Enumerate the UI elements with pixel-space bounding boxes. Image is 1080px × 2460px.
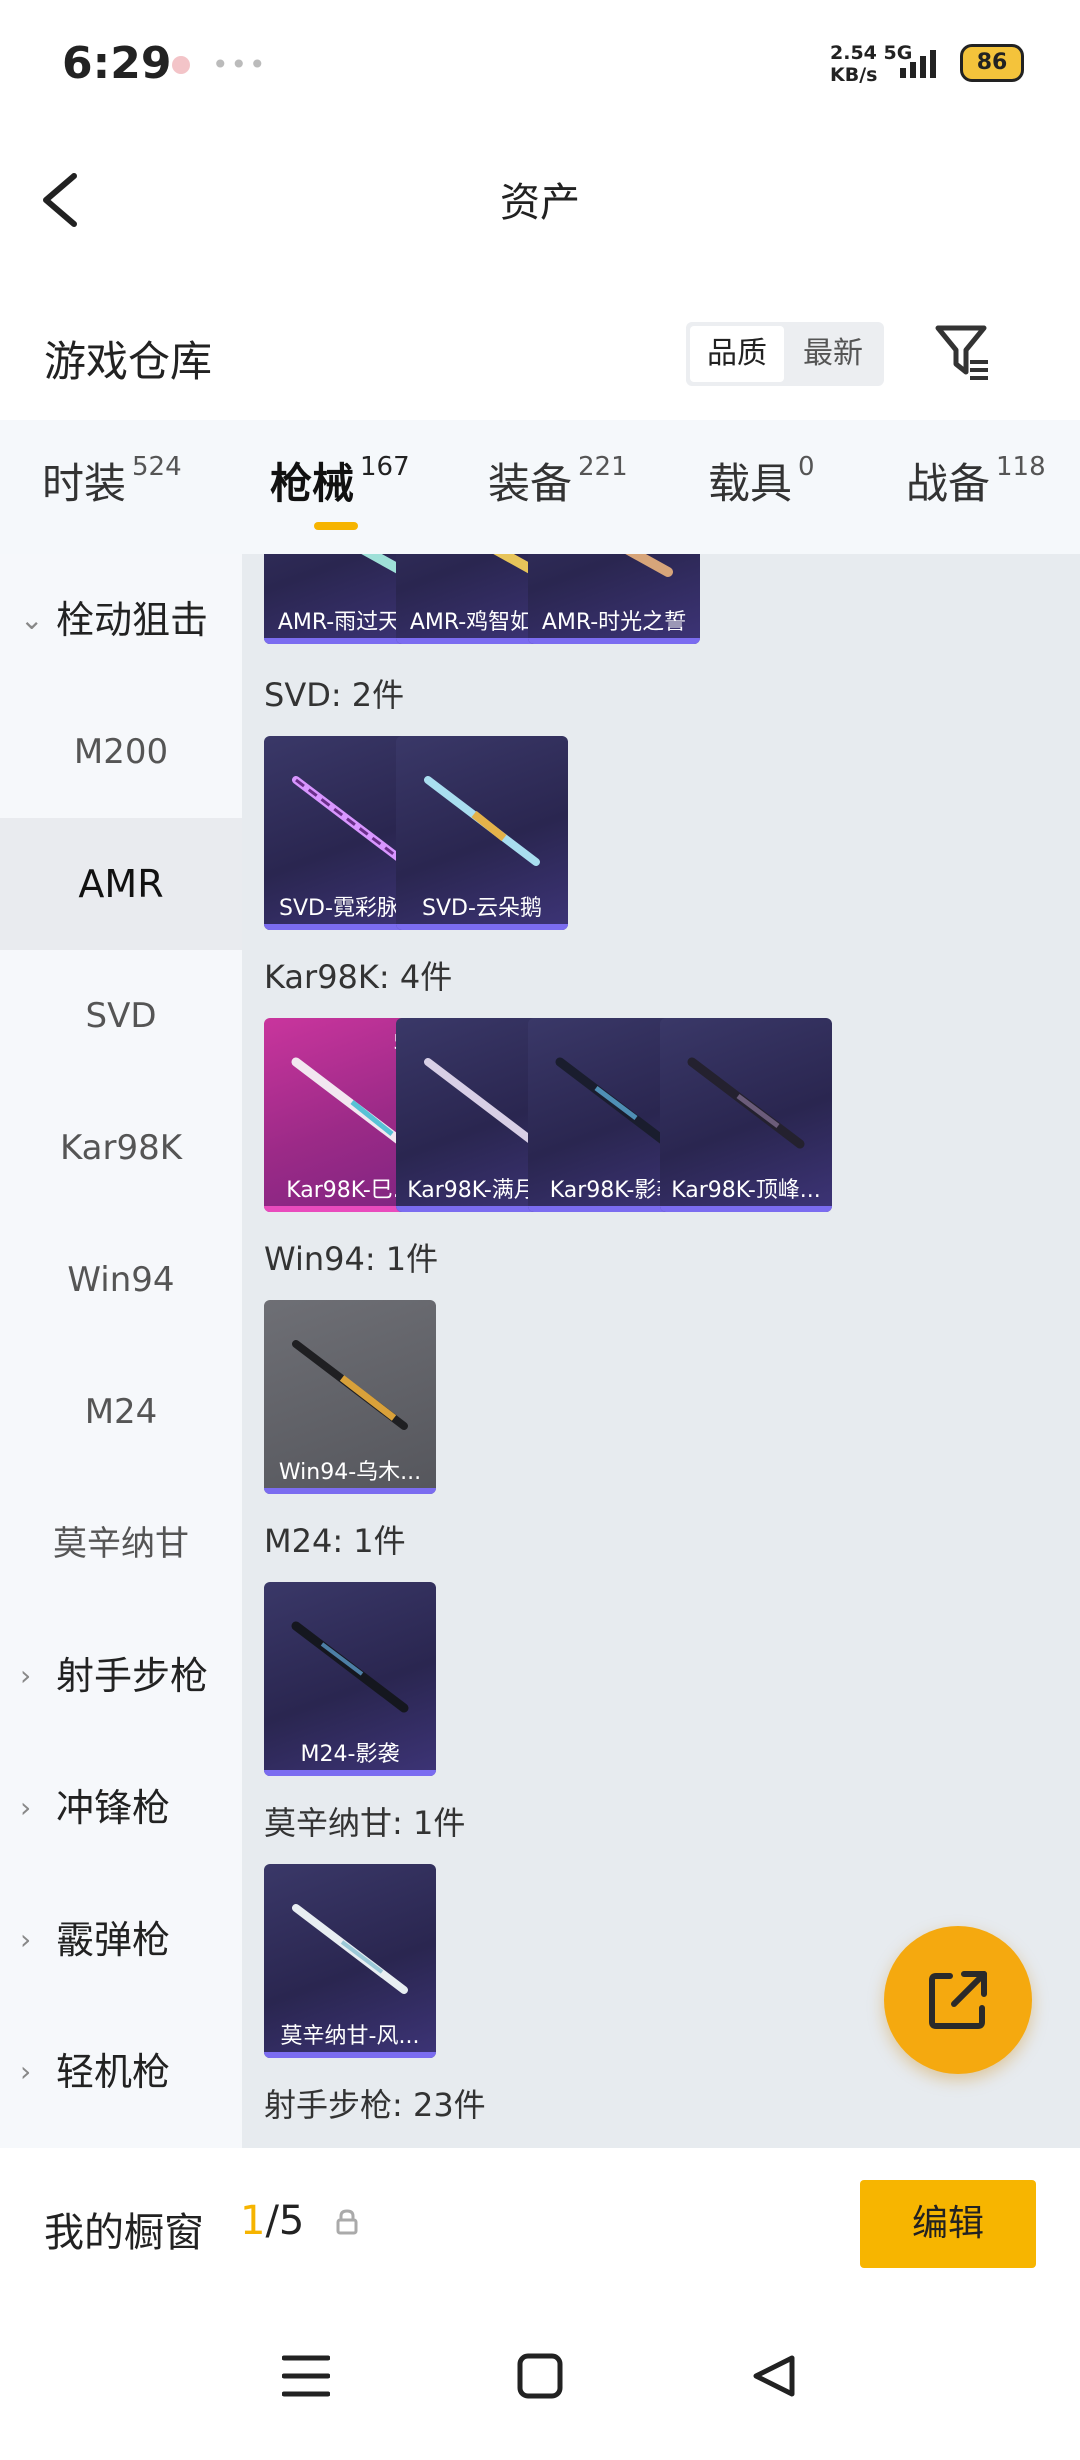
rarity-bar	[528, 638, 700, 644]
group-label-dmr: 射手步枪: 23件	[264, 2086, 486, 2124]
chevron-right-icon: ›	[20, 1791, 32, 1824]
sidebar-item-kar98k[interactable]: Kar98K	[0, 1082, 242, 1214]
chevron-right-icon: ›	[20, 1923, 32, 1956]
battery-icon: 86	[960, 44, 1024, 82]
page-title: 资产	[500, 180, 580, 226]
skin-name: M24-影袭	[300, 1742, 400, 1767]
sidebar-group-shotgun[interactable]: › 霰弹枪	[0, 1874, 242, 2006]
sidebar-group-label: 栓动狙击	[56, 598, 209, 642]
tab-vehicles[interactable]: 载具 0	[708, 450, 815, 511]
sidebar-item-amr[interactable]: AMR	[0, 818, 242, 950]
sidebar-group-label: 射手步枪	[56, 1654, 209, 1698]
notification-dot-icon	[172, 56, 190, 74]
skin-card[interactable]: 莫辛纳甘-风...	[264, 1864, 436, 2058]
weapon-sidebar: ⌄ 栓动狙击 M200 AMR SVD Kar98K Win94 M24 莫辛纳…	[0, 554, 242, 2148]
rarity-bar	[660, 1206, 832, 1212]
more-notifications-icon: •••	[212, 48, 268, 81]
showcase-label: 我的橱窗	[44, 2210, 204, 2256]
signal-icon	[900, 50, 936, 78]
tab-fashion[interactable]: 时装 524	[42, 450, 182, 511]
tab-equipment[interactable]: 装备 221	[488, 450, 628, 511]
sidebar-group-label: 轻机枪	[56, 2050, 171, 2094]
group-label-svd: SVD: 2件	[264, 676, 405, 714]
sidebar-group-smg[interactable]: › 冲锋枪	[0, 1742, 242, 1874]
showcase-count-used: 1	[240, 2198, 266, 2244]
sidebar-item-m200[interactable]: M200	[0, 686, 242, 818]
skin-name: Kar98K-顶峰...	[671, 1178, 821, 1203]
sort-newest-button[interactable]: 最新	[786, 326, 880, 382]
skin-name: SVD-云朵鹅	[422, 896, 542, 921]
skin-card[interactable]: Win94-乌木...	[264, 1300, 436, 1494]
sort-toggle: 品质 最新	[686, 322, 884, 386]
home-icon[interactable]	[516, 2352, 564, 2400]
back-triangle-icon[interactable]	[750, 2352, 798, 2400]
group-label-win94: Win94: 1件	[264, 1240, 439, 1278]
sort-quality-button[interactable]: 品质	[690, 326, 784, 382]
group-label-m24: M24: 1件	[264, 1522, 406, 1560]
sidebar-group-lmg[interactable]: › 轻机枪	[0, 2006, 242, 2138]
skin-card[interactable]: M24-影袭	[264, 1582, 436, 1776]
menu-icon[interactable]	[282, 2354, 330, 2398]
rifle-icon	[291, 1621, 409, 1713]
chevron-right-icon: ›	[20, 1659, 32, 1692]
group-label-kar98k: Kar98K: 4件	[264, 958, 453, 996]
rifle-icon	[292, 1904, 408, 1994]
weapon-grid: AMR-雨过天青 AMR-鸡智如我 AMR-时光之誓 SVD: 2件 SVD-霓…	[242, 554, 1080, 2148]
category-tabs: 时装 524 枪械 167 装备 221 载具 0 战备 118	[0, 420, 1080, 554]
rifle-icon	[625, 554, 673, 577]
edit-button[interactable]: 编辑	[860, 2180, 1036, 2268]
sidebar-item-mosin[interactable]: 莫辛纳甘	[0, 1478, 242, 1610]
sidebar-item-m24[interactable]: M24	[0, 1346, 242, 1478]
tab-firearms[interactable]: 枪械 167	[270, 450, 410, 511]
showcase-count-total: /5	[265, 2198, 305, 2244]
filter-icon[interactable]	[934, 322, 990, 382]
system-nav-bar	[0, 2298, 1080, 2460]
skin-name: AMR-时光之誓	[541, 610, 687, 635]
sidebar-group-bolt-sniper[interactable]: ⌄ 栓动狙击	[0, 554, 242, 686]
sidebar-group-dmr[interactable]: › 射手步枪	[0, 1610, 242, 1742]
rarity-bar	[264, 1770, 436, 1776]
chevron-right-icon: ›	[20, 2055, 32, 2088]
rifle-icon	[424, 776, 540, 866]
skin-card[interactable]: SVD-云朵鹅	[396, 736, 568, 930]
skin-card[interactable]: AMR-时光之誓	[528, 554, 700, 644]
rifle-icon	[687, 1057, 805, 1149]
rifle-icon	[292, 1340, 408, 1430]
group-label-mosin: 莫辛纳甘: 1件	[264, 1804, 466, 1842]
skin-card[interactable]: Kar98K-顶峰...	[660, 1018, 832, 1212]
chevron-down-icon: ⌄	[20, 603, 44, 636]
share-icon	[929, 1971, 987, 2029]
lock-icon	[336, 2209, 358, 2235]
rarity-bar	[396, 924, 568, 930]
skin-name: Win94-乌木...	[278, 1460, 422, 1485]
sidebar-item-win94[interactable]: Win94	[0, 1214, 242, 1346]
share-button[interactable]	[884, 1926, 1032, 2074]
sidebar-item-svd[interactable]: SVD	[0, 950, 242, 1082]
skin-name: 莫辛纳甘-风...	[280, 2024, 420, 2049]
active-tab-indicator	[314, 522, 358, 530]
sidebar-group-label: 冲锋枪	[56, 1786, 171, 1830]
warehouse-title: 游戏仓库	[44, 337, 213, 386]
status-time: 6:29	[62, 38, 172, 89]
tab-supplies[interactable]: 战备 118	[906, 450, 1046, 511]
sidebar-group-label: 霰弹枪	[56, 1918, 171, 1962]
showcase-count: 1/5	[240, 2198, 304, 2244]
rarity-bar	[264, 2052, 436, 2058]
rarity-bar	[264, 1488, 436, 1494]
